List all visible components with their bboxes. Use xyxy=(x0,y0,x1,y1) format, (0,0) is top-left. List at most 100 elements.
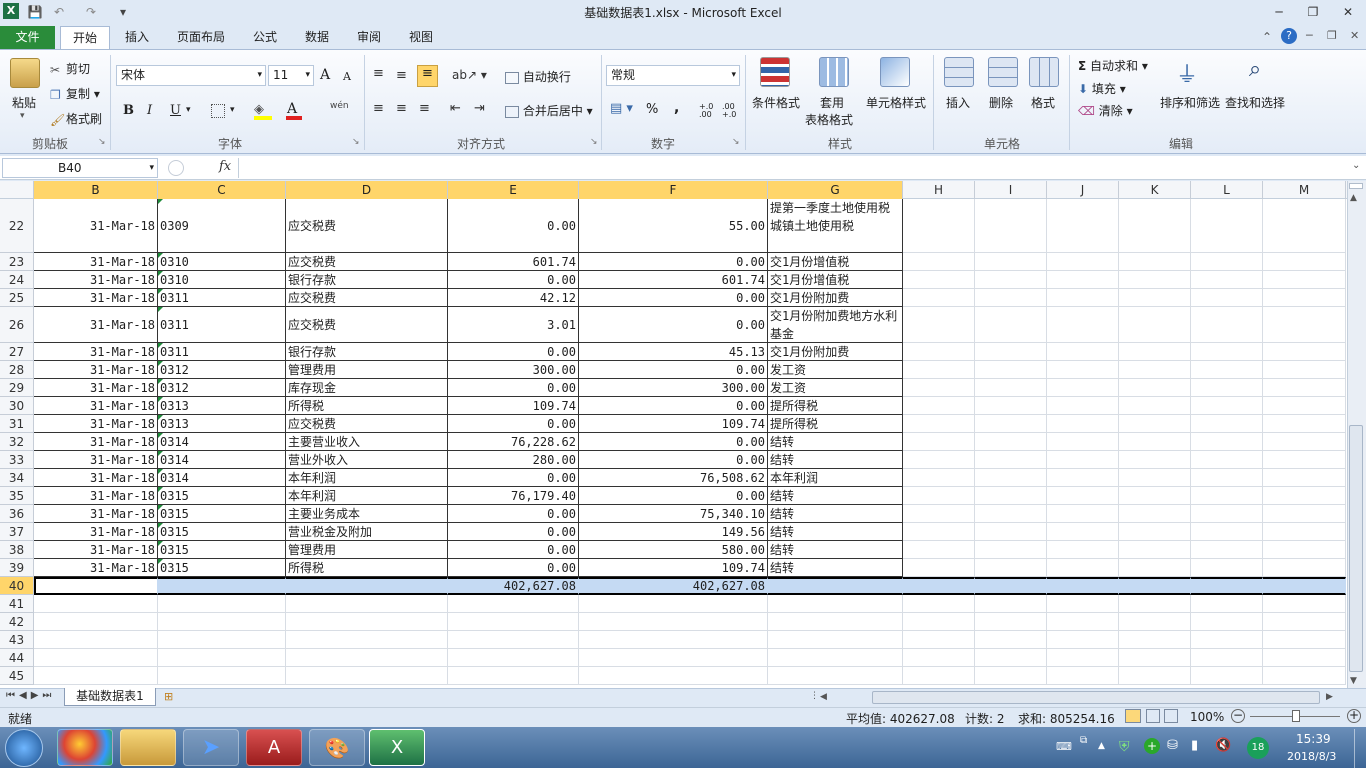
cell[interactable]: 管理费用 xyxy=(286,541,448,559)
cell[interactable]: 76,179.40 xyxy=(448,487,579,505)
cell[interactable] xyxy=(1119,541,1191,559)
cell[interactable] xyxy=(975,541,1047,559)
cell[interactable]: 应交税费 xyxy=(286,289,448,307)
cell[interactable] xyxy=(975,613,1047,631)
workbook-restore-icon[interactable]: ❐ xyxy=(1327,29,1337,42)
tab-formulas[interactable]: 公式 xyxy=(246,26,284,49)
cell[interactable] xyxy=(286,631,448,649)
number-launcher-icon[interactable]: ↘ xyxy=(732,137,740,147)
cell[interactable] xyxy=(1263,451,1346,469)
cell[interactable] xyxy=(975,253,1047,271)
cell[interactable]: 0.00 xyxy=(448,505,579,523)
cell[interactable]: 402,627.08 xyxy=(448,577,579,595)
usb-icon[interactable]: ⛁ xyxy=(1167,738,1178,753)
cell[interactable] xyxy=(286,613,448,631)
row-header[interactable]: 40 xyxy=(0,577,34,595)
cell[interactable] xyxy=(34,667,158,685)
zoom-level[interactable]: 100% xyxy=(1190,710,1224,724)
currency-icon[interactable]: ▤ ▾ xyxy=(610,101,633,116)
scroll-right-icon[interactable]: ▶ xyxy=(1326,692,1333,702)
cell[interactable]: 交1月份附加费 xyxy=(768,289,903,307)
cell[interactable] xyxy=(1119,631,1191,649)
cell[interactable]: 31-Mar-18 xyxy=(34,559,158,577)
cell[interactable]: 提所得税 xyxy=(768,397,903,415)
column-header-E[interactable]: E xyxy=(448,181,579,199)
cell[interactable] xyxy=(1047,487,1119,505)
cell[interactable]: 31-Mar-18 xyxy=(34,505,158,523)
align-center-icon[interactable]: ≡ xyxy=(396,101,407,116)
scroll-up-icon[interactable]: ▲ xyxy=(1350,193,1357,203)
cell[interactable] xyxy=(975,307,1047,343)
cell[interactable] xyxy=(1191,397,1263,415)
page-break-view-icon[interactable] xyxy=(1164,709,1178,723)
cell[interactable]: 31-Mar-18 xyxy=(34,253,158,271)
row-header[interactable]: 33 xyxy=(0,451,34,469)
cell[interactable] xyxy=(1263,199,1346,253)
row-header[interactable]: 39 xyxy=(0,559,34,577)
cell[interactable] xyxy=(975,649,1047,667)
cell[interactable] xyxy=(448,595,579,613)
cell[interactable] xyxy=(158,631,286,649)
cell[interactable] xyxy=(1047,451,1119,469)
cell[interactable] xyxy=(1191,361,1263,379)
cell[interactable]: 0315 xyxy=(158,541,286,559)
scroll-left-icon[interactable]: ◀ xyxy=(820,692,827,702)
cell[interactable] xyxy=(1047,559,1119,577)
cell[interactable] xyxy=(1191,595,1263,613)
cell[interactable]: 0310 xyxy=(158,271,286,289)
copy-button[interactable]: ❐ 复制 ▾ xyxy=(50,85,100,102)
cell[interactable] xyxy=(975,577,1047,595)
cell[interactable]: 45.13 xyxy=(579,343,768,361)
cell[interactable] xyxy=(1263,253,1346,271)
cell[interactable] xyxy=(1047,253,1119,271)
tab-page-layout[interactable]: 页面布局 xyxy=(170,26,232,49)
column-header-B[interactable]: B xyxy=(34,181,158,199)
cell[interactable] xyxy=(1119,505,1191,523)
cell[interactable] xyxy=(1191,307,1263,343)
column-header-M[interactable]: M xyxy=(1263,181,1346,199)
cell[interactable]: 交1月份附加费地方水利基金 xyxy=(768,307,903,343)
fill-button[interactable]: ⬇ 填充 ▾ xyxy=(1078,80,1126,97)
row-header[interactable]: 28 xyxy=(0,361,34,379)
row-header[interactable]: 22 xyxy=(0,199,34,253)
cell[interactable] xyxy=(448,667,579,685)
cell-styles-icon[interactable] xyxy=(880,57,910,87)
cell[interactable] xyxy=(1263,505,1346,523)
cell[interactable] xyxy=(34,613,158,631)
grow-font-button[interactable]: A xyxy=(320,67,330,83)
workbook-minimize-icon[interactable]: ─ xyxy=(1306,29,1313,42)
cell[interactable] xyxy=(1191,199,1263,253)
cell[interactable] xyxy=(1047,271,1119,289)
column-header-H[interactable]: H xyxy=(903,181,975,199)
cell[interactable] xyxy=(903,199,975,253)
cell[interactable] xyxy=(158,577,286,595)
row-header[interactable]: 44 xyxy=(0,649,34,667)
cell[interactable]: 结转 xyxy=(768,451,903,469)
cell[interactable] xyxy=(903,667,975,685)
cell[interactable]: 402,627.08 xyxy=(579,577,768,595)
normal-view-icon[interactable] xyxy=(1125,709,1141,723)
cell[interactable] xyxy=(1047,505,1119,523)
cell[interactable] xyxy=(1119,451,1191,469)
clear-button[interactable]: ⌫ 清除 ▾ xyxy=(1078,102,1133,119)
cell[interactable]: 31-Mar-18 xyxy=(34,415,158,433)
cell[interactable]: 0.00 xyxy=(448,343,579,361)
row-header[interactable]: 26 xyxy=(0,307,34,343)
tab-home[interactable]: 开始 xyxy=(60,26,110,49)
page-layout-view-icon[interactable] xyxy=(1146,709,1160,723)
cell[interactable]: 应交税费 xyxy=(286,253,448,271)
row-header[interactable]: 34 xyxy=(0,469,34,487)
cell[interactable]: 0312 xyxy=(158,361,286,379)
shrink-font-button[interactable]: A xyxy=(343,70,351,83)
cell[interactable] xyxy=(1263,397,1346,415)
cell[interactable] xyxy=(579,631,768,649)
split-box[interactable] xyxy=(1349,183,1363,189)
cell[interactable] xyxy=(1047,433,1119,451)
increase-indent-icon[interactable]: ⇥ xyxy=(474,101,485,116)
cell[interactable] xyxy=(768,595,903,613)
cell[interactable]: 76,508.62 xyxy=(579,469,768,487)
insert-sheet-icon[interactable]: ⊞ xyxy=(164,690,173,703)
taskbar-app-1[interactable] xyxy=(57,729,113,766)
cell[interactable]: 库存现金 xyxy=(286,379,448,397)
select-all-corner[interactable] xyxy=(0,181,34,199)
